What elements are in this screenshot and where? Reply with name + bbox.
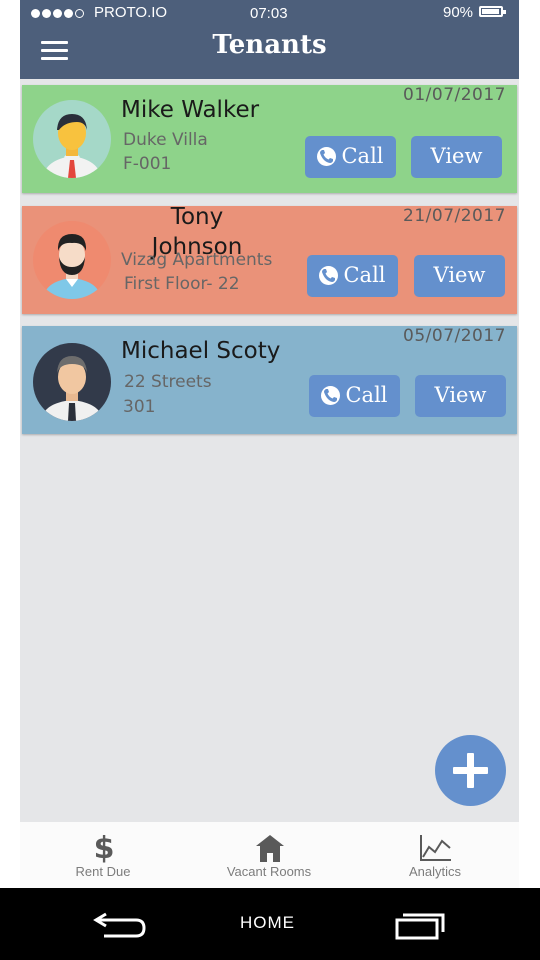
back-arrow-icon[interactable] bbox=[92, 910, 148, 940]
call-button[interactable]: Call bbox=[309, 375, 400, 417]
phone-icon bbox=[317, 147, 337, 166]
tenant-name: Mike Walker bbox=[121, 97, 260, 123]
call-button[interactable]: Call bbox=[305, 136, 396, 178]
tenant-property: 22 Streets bbox=[124, 372, 212, 392]
recent-apps-icon[interactable] bbox=[393, 910, 449, 940]
tenant-date: 05/07/2017 bbox=[403, 326, 506, 346]
call-label: Call bbox=[341, 144, 384, 168]
bottom-tab-bar: $ Rent Due Vacant Rooms Analytics bbox=[20, 822, 519, 888]
home-button[interactable]: HOME bbox=[240, 913, 295, 933]
tab-analytics[interactable]: Analytics bbox=[352, 822, 518, 888]
call-button[interactable]: Call bbox=[307, 255, 398, 297]
dollar-icon: $ bbox=[94, 831, 114, 863]
status-time: 07:03 bbox=[250, 5, 288, 22]
avatar bbox=[33, 343, 111, 421]
tenant-date: 21/07/2017 bbox=[403, 206, 506, 226]
signal-dots-icon bbox=[31, 5, 86, 22]
app-screen: PROTO.IO 07:03 90% Tenants 01/07/2017 Mi… bbox=[20, 0, 519, 888]
call-label: Call bbox=[345, 383, 388, 407]
carrier-name: PROTO.IO bbox=[94, 4, 168, 21]
tab-label: Analytics bbox=[408, 864, 462, 879]
tenant-card[interactable]: 01/07/2017 Mike Walker Duke Villa F-001 … bbox=[22, 85, 517, 193]
battery-percent: 90% bbox=[443, 4, 474, 21]
tab-label: Vacant Rooms bbox=[226, 864, 312, 879]
line-chart-icon bbox=[420, 835, 451, 861]
tenant-card[interactable]: 21/07/2017 Tony Johnson Vizag Apartments… bbox=[22, 204, 517, 314]
page-title: Tenants bbox=[212, 30, 327, 60]
avatar bbox=[33, 221, 111, 299]
add-tenant-button[interactable] bbox=[435, 735, 506, 806]
view-button[interactable]: View bbox=[411, 136, 502, 178]
app-header: PROTO.IO 07:03 90% Tenants bbox=[20, 0, 519, 79]
house-icon bbox=[256, 835, 284, 862]
tenant-name: Michael Scoty bbox=[121, 338, 281, 364]
phone-icon bbox=[319, 266, 339, 285]
tenant-unit: F-001 bbox=[123, 154, 172, 174]
tenant-unit: 301 bbox=[123, 397, 156, 417]
svg-text:$: $ bbox=[94, 831, 114, 863]
tab-label: Rent Due bbox=[75, 864, 131, 879]
avatar bbox=[33, 100, 111, 178]
tenant-property: Vizag Apartments bbox=[121, 250, 273, 270]
tenant-property: Duke Villa bbox=[123, 130, 208, 150]
tenant-date: 01/07/2017 bbox=[403, 85, 506, 105]
status-bar: PROTO.IO 07:03 90% bbox=[20, 0, 519, 26]
view-button[interactable]: View bbox=[415, 375, 506, 417]
battery-icon bbox=[479, 6, 506, 17]
phone-icon bbox=[321, 386, 341, 405]
view-button[interactable]: View bbox=[414, 255, 505, 297]
tab-rent-due[interactable]: $ Rent Due bbox=[20, 822, 186, 888]
tab-vacant-rooms[interactable]: Vacant Rooms bbox=[186, 822, 352, 888]
call-label: Call bbox=[343, 263, 386, 287]
tenant-unit: First Floor- 22 bbox=[124, 274, 240, 294]
tenant-card[interactable]: 05/07/2017 Michael Scoty 22 Streets 301 … bbox=[22, 326, 517, 434]
